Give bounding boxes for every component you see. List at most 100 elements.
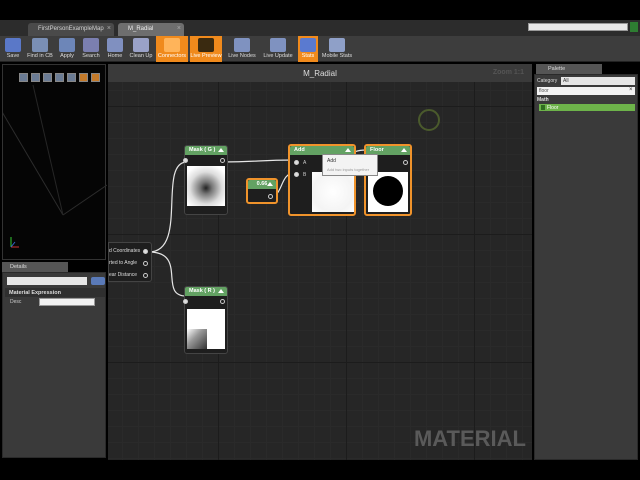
stats-icon [300,38,316,52]
preview-viewport[interactable] [2,64,107,260]
function-icon [541,105,545,110]
desc-field[interactable] [39,298,95,306]
find-icon [32,38,48,52]
collapse-icon[interactable] [267,182,273,186]
node-texture-coordinates[interactable]: d Coordinates rted to Angle ear Distance [108,242,152,282]
tab-m-radial[interactable]: M_Radial × [118,23,184,36]
floor-preview [368,172,408,212]
home-icon [107,38,123,52]
editor-window: FirstPersonExampleMap × M_Radial × Save Fin… [0,0,640,480]
live-update-button[interactable]: Live Update [262,36,294,62]
details-search-input[interactable] [7,277,87,285]
connectors-button[interactable]: Connectors [156,36,188,62]
collapse-icon[interactable] [218,289,224,293]
add-preview [312,172,354,212]
cleanup-icon [133,38,149,52]
palette-panel: Category All floor × Math Floor [534,74,638,460]
toolbar-label: Save [6,53,20,59]
node-constant[interactable]: 0.66 [246,178,278,204]
category-select[interactable]: All [561,77,635,85]
input-pin[interactable] [183,158,188,163]
output-pin[interactable] [143,249,148,254]
toolbar-label: Search [82,53,100,59]
live-preview-button[interactable]: Live Preview [190,36,222,62]
close-icon[interactable]: × [107,25,111,32]
mobile-stats-icon [329,38,345,52]
output-pin[interactable] [143,261,148,266]
mask-r-preview [187,309,225,349]
graph-title: M_Radial Zoom 1:1 [108,64,532,82]
z-axis-gizmo [10,241,16,248]
tooltip: Add Add two inputs together [322,154,378,176]
toolbar-label: Stats [301,53,315,59]
material-graph[interactable]: M_Radial Zoom 1:1 Mask ( G ) Mask ( R ) 0… [108,64,532,460]
input-pin-b[interactable] [294,172,299,177]
toolbar-label: Live Nodes [228,53,256,59]
zoom-label: Zoom 1:1 [492,69,524,76]
collapse-icon[interactable] [345,148,351,152]
tooltip-description: Add two inputs together [327,167,370,172]
live-nodes-icon [234,38,250,52]
global-search-input[interactable] [528,23,628,31]
output-label-coordinates: d Coordinates [109,248,141,254]
tab-palette[interactable]: Palette [536,64,602,74]
tab-details[interactable]: Details [2,262,68,272]
material-expression-section[interactable]: Material Expression [5,288,105,297]
desc-label: Desc [10,299,22,305]
mask-g-preview [187,166,225,206]
tab-firstpersonexamplemap[interactable]: FirstPersonExampleMap × [28,23,114,36]
output-pin[interactable] [403,160,408,165]
graph-title-text: M_Radial [303,69,337,78]
collapse-icon[interactable] [401,148,407,152]
toolbar-label: Find in CB [27,53,53,59]
palette-item-label: Floor [547,105,559,111]
wire-mask-add-a [221,159,295,163]
pin-b-label: B [303,172,307,178]
palette-category-math[interactable]: Math [537,97,549,103]
save-icon [5,38,21,52]
node-mask-r[interactable]: Mask ( R ) [183,286,228,354]
output-pin[interactable] [220,299,225,304]
palette-search-input[interactable]: floor [537,87,635,95]
viewport-scene [3,84,107,248]
pin-a-label: A [303,160,307,166]
material-watermark: MATERIAL [413,426,526,451]
output-label-distance: ear Distance [109,272,138,278]
live-update-icon [270,38,286,52]
clean-up-button[interactable]: Clean Up [128,36,154,62]
input-pin[interactable] [183,299,188,304]
wires [148,149,367,297]
tooltip-title: Add [327,158,336,164]
live-nodes-button[interactable]: Live Nodes [226,36,258,62]
toolbar: Save Find in CB Apply Search Home Clean Up Con… [0,36,640,62]
output-pin[interactable] [268,194,273,199]
wire-texcoord-mask-g [148,161,187,253]
category-label: Category [537,78,558,84]
node-mask-g[interactable]: Mask ( G ) [183,145,228,215]
toolbar-label: Live Preview [190,53,222,59]
output-pin[interactable] [220,158,225,163]
search-icon [83,38,99,52]
find-in-cb-button[interactable]: Find in CB [26,36,54,62]
input-pin-a[interactable] [294,160,299,165]
toolbar-label: Connectors [157,53,187,59]
apply-button[interactable]: Apply [56,36,78,62]
close-icon[interactable]: × [177,25,181,32]
mobile-stats-button[interactable]: Mobile Stats [320,36,354,62]
details-panel: Material Expression Desc [2,272,106,458]
toolbar-label: Apply [60,53,74,59]
search-icon[interactable] [630,22,638,32]
search-button[interactable]: Search [80,36,102,62]
clear-icon[interactable]: × [629,87,633,93]
save-button[interactable]: Save [2,36,24,62]
home-button[interactable]: Home [104,36,126,62]
eye-icon[interactable] [91,277,105,285]
collapse-icon[interactable] [218,148,224,152]
toolbar-label: Home [107,53,123,59]
tab-label: FirstPersonExampleMap [38,26,104,32]
tab-label: M_Radial [128,26,154,32]
output-pin[interactable] [143,273,148,278]
live-preview-icon [198,38,214,52]
stats-button[interactable]: Stats [298,36,318,62]
palette-item-floor[interactable]: Floor [539,104,635,111]
